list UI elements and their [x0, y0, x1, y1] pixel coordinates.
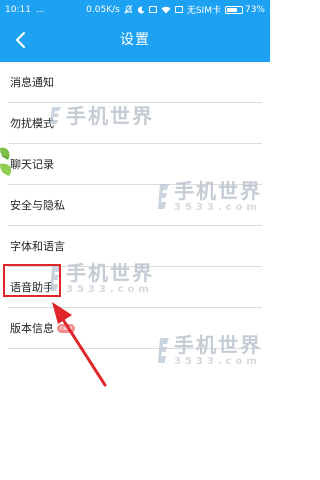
settings-list: 消息通知 勿扰模式 聊天记录 安全与隐私 字体和语言 语音助手 版本信息 new — [0, 62, 270, 349]
menu-item-message-notifications[interactable]: 消息通知 — [8, 62, 262, 103]
battery-percent: 73% — [244, 4, 265, 15]
menu-item-chat-history[interactable]: 聊天记录 — [8, 144, 262, 185]
menu-item-label: 勿扰模式 — [10, 117, 54, 130]
alarm-box-icon — [148, 6, 157, 13]
status-time: 10:11 — [5, 4, 31, 15]
menu-item-label: 字体和语言 — [10, 240, 65, 253]
menu-item-voice-assistant[interactable]: 语音助手 — [8, 267, 262, 308]
app-bar: 设置 — [0, 19, 270, 62]
wifi-icon — [161, 6, 171, 14]
status-notification-dots: ... — [35, 4, 45, 15]
menu-item-version-info[interactable]: 版本信息 new — [8, 308, 262, 349]
battery-indicator: 73% — [224, 4, 265, 15]
menu-item-font-language[interactable]: 字体和语言 — [8, 226, 262, 267]
moon-icon — [137, 6, 145, 14]
carrier-label: 无SIM卡 — [186, 6, 221, 16]
battery-icon — [224, 5, 243, 14]
page-title: 设置 — [120, 32, 150, 48]
new-badge: new — [57, 323, 76, 333]
menu-item-label: 语音助手 — [10, 281, 54, 294]
network-speed: 0.05K/s — [86, 4, 120, 15]
status-bar: 10:11 ... 0.05K/s 无SIM卡 73% — [0, 0, 270, 19]
watermark-number: 3533.com — [174, 356, 261, 367]
no-notifications-icon — [124, 5, 133, 14]
battery-fill — [226, 7, 238, 12]
menu-item-label: 安全与隐私 — [10, 199, 65, 212]
menu-item-do-not-disturb[interactable]: 勿扰模式 — [8, 103, 262, 144]
menu-item-label: 版本信息 — [10, 322, 54, 335]
menu-item-label: 消息通知 — [10, 76, 54, 89]
leaf-decoration-icon — [0, 140, 16, 194]
menu-item-security-privacy[interactable]: 安全与隐私 — [8, 185, 262, 226]
sim-card-icon — [174, 6, 183, 13]
